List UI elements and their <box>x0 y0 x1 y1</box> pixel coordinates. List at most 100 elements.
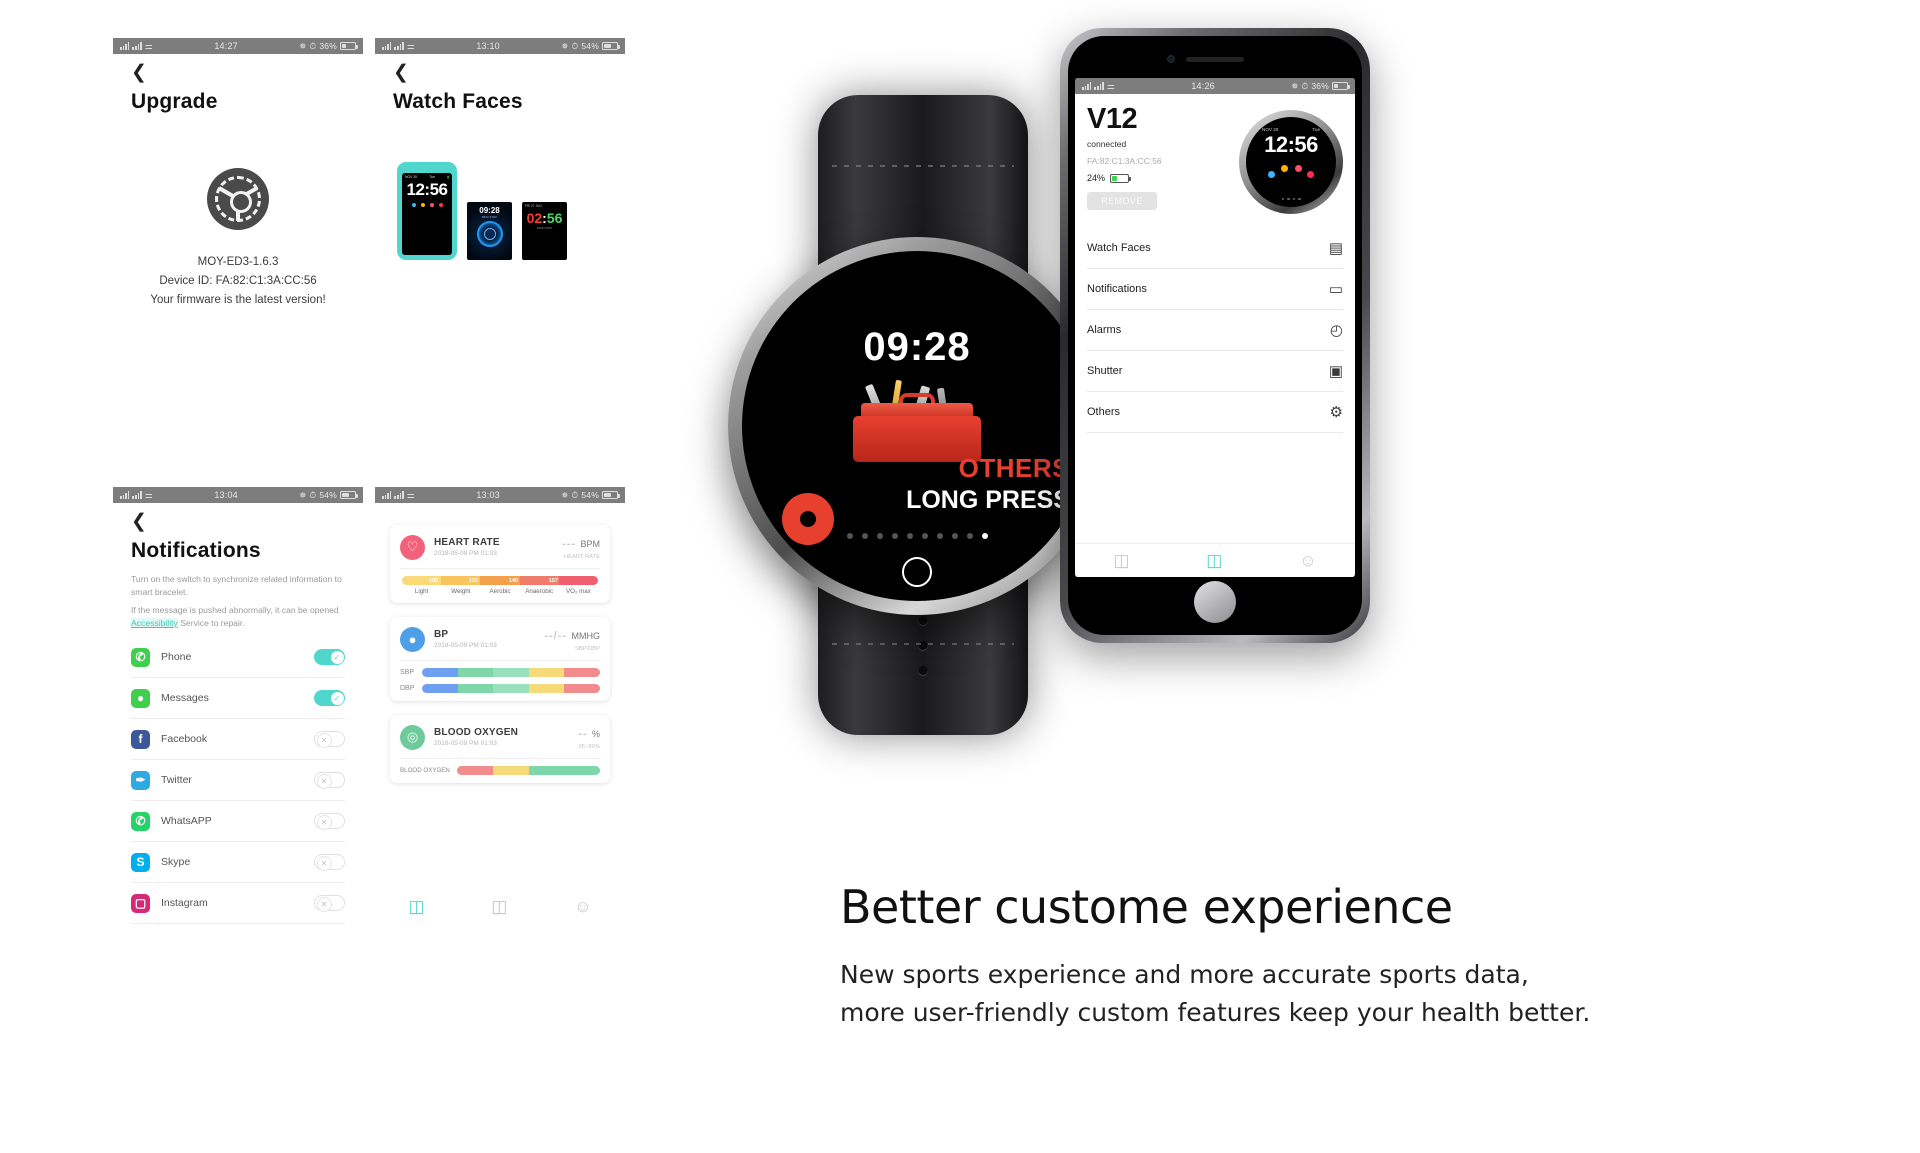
status-right: ✵ ⏱ 36% <box>299 40 358 52</box>
menu-row-watch-faces[interactable]: Watch Faces ▤ <box>1087 228 1343 269</box>
device-battery: 24% <box>1087 173 1239 183</box>
watch-face-option[interactable]: FRI 27 JUN 02:56 6998 STEP <box>522 202 567 260</box>
desc-post: Service to repair. <box>177 617 245 628</box>
tab-profile[interactable]: ☺ <box>1299 551 1316 571</box>
watch-bezel: 09:28 OTHERS LONG PRESS <box>728 237 1115 615</box>
firmware-version: MOY-ED3-1.6.3 <box>197 256 279 268</box>
subcopy-line-2: more user-friendly custom features keep … <box>840 998 1591 1027</box>
heart-rate-zone-values: 105 122 140 157 <box>400 576 600 585</box>
status-bar: ⚌ 13:10 ✵ ⏱ 54% <box>375 38 625 54</box>
page-dot <box>876 533 883 539</box>
tab-profile[interactable]: ☺ <box>574 897 591 917</box>
remove-device-button[interactable]: REMOVE <box>1087 192 1157 210</box>
desc-line-1: Turn on the switch to synchronize relate… <box>131 574 342 597</box>
menu-row-others[interactable]: Others ⚙ <box>1087 392 1343 433</box>
zone-value: 140 <box>508 577 518 584</box>
oxygen-bar <box>457 766 600 775</box>
connection-status: connected <box>1087 139 1127 149</box>
watch-page-dots <box>742 533 1092 539</box>
phone-icon: ✆ <box>131 647 150 667</box>
blood-pressure-card[interactable]: ● BP 2018-05-09 PM 01:03 --/-- MMHG SBP/… <box>390 617 610 701</box>
app-toggle[interactable] <box>314 854 345 871</box>
desc-pre: If the message is pushed abnormally, it … <box>131 605 339 615</box>
card-value: -- <box>578 728 588 740</box>
status-time: 13:03 <box>476 490 500 500</box>
bp-bar <box>422 684 600 693</box>
status-time: 14:26 <box>1191 81 1215 91</box>
card-sub: SBP/DBP <box>574 646 600 652</box>
watch-mode-label: OTHERS LONG PRESS <box>906 453 1070 515</box>
card-unit: BPM <box>580 539 600 549</box>
menu-label: Alarms <box>1087 324 1122 336</box>
blood-oxygen-card[interactable]: ◎ BLOOD OXYGEN 2018-05-09 PM 01:03 -- % … <box>390 715 610 783</box>
app-toggle[interactable] <box>314 813 345 830</box>
mode-hint: LONG PRESS <box>906 486 1070 514</box>
mode-title: OTHERS <box>958 453 1070 483</box>
status-bar: ⚌ 13:04 ✵ ⏱ 54% <box>113 487 363 503</box>
app-notification-row[interactable]: f Facebook <box>131 719 345 760</box>
card-sub: 95~99% <box>578 744 600 750</box>
menu-label: Shutter <box>1087 365 1123 377</box>
wifi-icon: ⚌ <box>406 40 416 51</box>
phone-tab-bar: ◫ ◫ ☺ <box>1075 543 1355 577</box>
tab-device[interactable]: ◫ <box>1206 551 1222 571</box>
battery-icon <box>1110 173 1131 183</box>
tab-data[interactable]: ◫ <box>1113 551 1129 571</box>
app-toggle[interactable] <box>314 690 345 706</box>
battery-icon <box>340 42 358 50</box>
menu-row-alarms[interactable]: Alarms ◴ <box>1087 310 1343 351</box>
preview-time: 12:56 <box>1264 132 1318 157</box>
status-bar: ⚌ 14:26 ✵ ⏱ 36% <box>1075 78 1355 94</box>
bluetooth-icon: ✵ <box>299 489 307 500</box>
card-date: 2018-05-09 PM 01:03 <box>434 740 497 747</box>
chat-bubble-icon: ▭ <box>1328 281 1343 298</box>
status-time: 13:10 <box>476 41 500 51</box>
page-dot <box>861 533 868 539</box>
app-toggle[interactable] <box>314 731 345 748</box>
app-toggle[interactable] <box>314 895 345 912</box>
heart-rate-zone-labels: Light Weight Aerobic Anaerobic VO₂ max <box>402 588 598 595</box>
device-menu-list: Watch Faces ▤ Notifications ▭ Alarms ◴ Shutter… <box>1087 228 1343 433</box>
card-value: --- <box>562 538 577 550</box>
alarm-icon: ⏱ <box>309 40 317 51</box>
app-toggle[interactable] <box>314 649 345 665</box>
app-name: Messages <box>161 692 209 704</box>
watch-home-button[interactable] <box>902 557 932 587</box>
preview-metrics <box>1268 165 1314 189</box>
alarm-icon: ⏱ <box>571 40 579 51</box>
menu-row-shutter[interactable]: Shutter ▣ <box>1087 351 1343 392</box>
back-button[interactable]: ❮ <box>393 63 409 82</box>
face-time: 12:56 <box>406 180 448 199</box>
card-title: HEART RATE <box>434 537 500 548</box>
accessibility-link[interactable]: Accessibility <box>131 617 178 628</box>
phone-home-button[interactable] <box>1194 581 1236 623</box>
subcopy-line-1: New sports experience and more accurate … <box>840 960 1529 989</box>
marketing-copy: Better custome experience New sports exp… <box>840 880 1850 1032</box>
battery-pct: 54% <box>581 41 599 51</box>
app-notification-row[interactable]: ▢ Instagram <box>131 883 345 924</box>
zone-label: Light <box>414 588 429 595</box>
signal-icons: ⚌ <box>382 40 416 51</box>
app-toggle[interactable] <box>314 772 345 789</box>
app-name: Facebook <box>161 733 208 745</box>
watch-face-thumbnails: NOV 20 Tue ▮ 12:56 09:28 8834 STEP FRI 2 <box>397 162 625 260</box>
app-notification-row[interactable]: ✆ Phone <box>131 637 345 678</box>
battery-icon <box>602 42 620 50</box>
tab-device[interactable]: ◫ <box>491 897 507 917</box>
menu-label: Notifications <box>1087 283 1147 295</box>
watch-face-option[interactable]: 09:28 8834 STEP <box>467 202 512 260</box>
zone-label: Aerobic <box>489 588 511 595</box>
watch-face-option-selected[interactable]: NOV 20 Tue ▮ 12:56 <box>397 162 457 260</box>
tab-data[interactable]: ◫ <box>408 897 424 917</box>
wifi-icon: ⚌ <box>406 489 416 500</box>
heart-rate-card[interactable]: ♡ HEART RATE 2018-05-09 PM 01:03 --- BPM… <box>390 525 610 603</box>
app-notification-row[interactable]: S Skype <box>131 842 345 883</box>
bp-bar-row: DBP <box>400 684 600 693</box>
app-notification-row[interactable]: ✆ WhatsAPP <box>131 801 345 842</box>
app-notification-row[interactable]: ✒ Twitter <box>131 760 345 801</box>
app-notification-row[interactable]: ● Messages <box>131 678 345 719</box>
back-button[interactable]: ❮ <box>131 512 147 531</box>
back-button[interactable]: ❮ <box>131 63 147 82</box>
menu-row-notifications[interactable]: Notifications ▭ <box>1087 269 1343 310</box>
face-date: NOV 20 <box>405 175 418 179</box>
